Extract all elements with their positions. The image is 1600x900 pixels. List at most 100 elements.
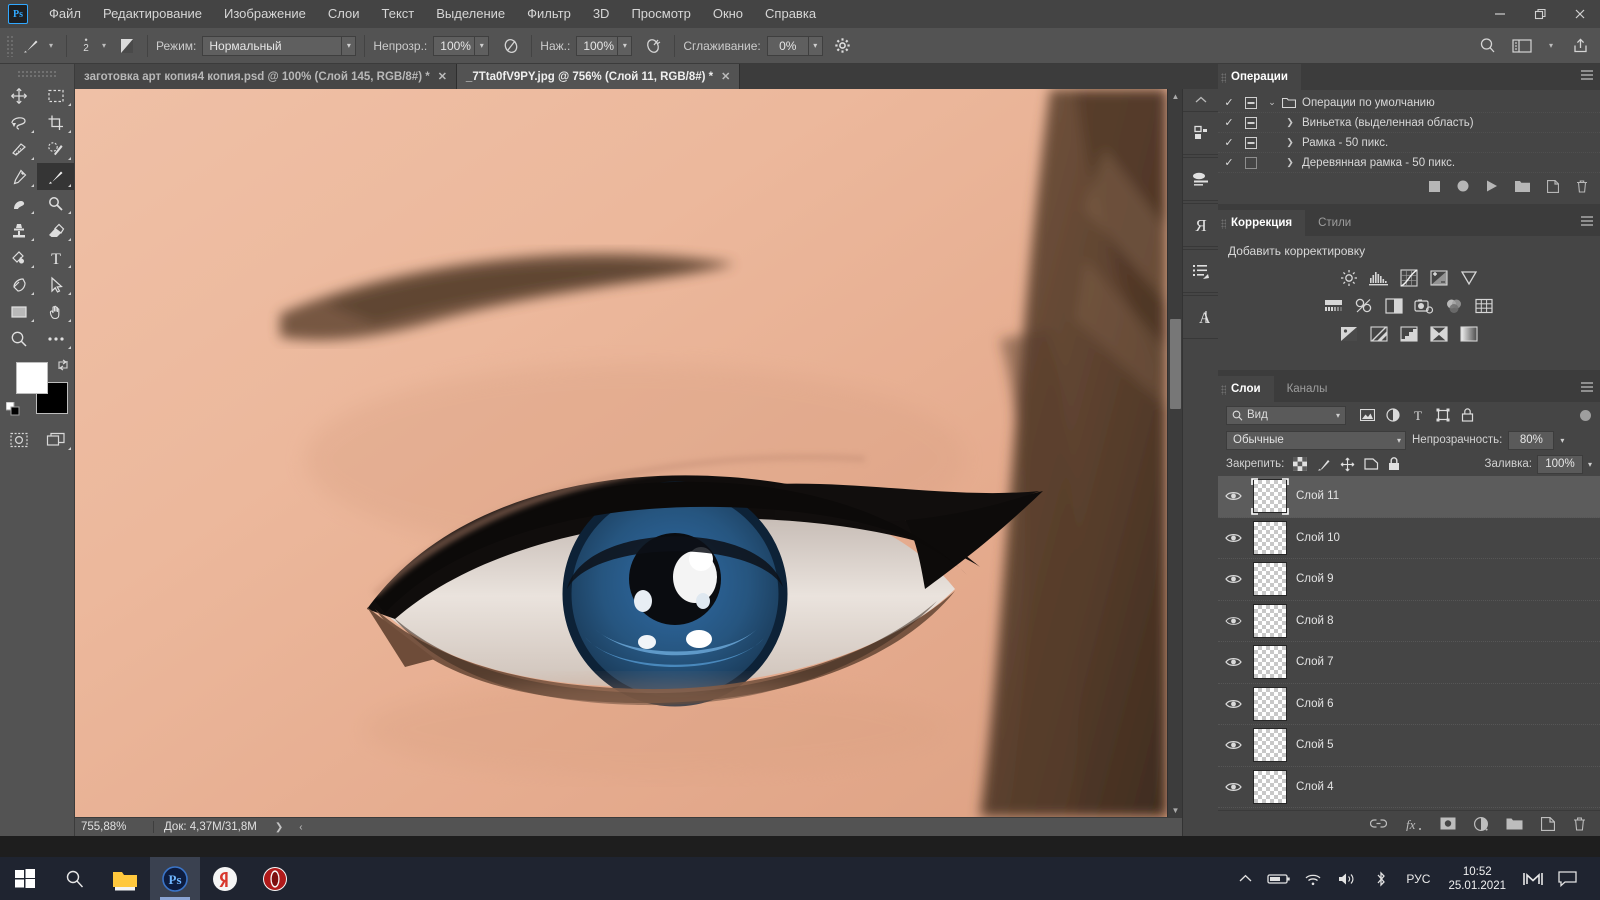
share-icon[interactable] (1568, 34, 1592, 58)
action-dialog-toggle[interactable] (1240, 156, 1262, 169)
tools-panel-grip[interactable] (17, 70, 57, 78)
brush-panel-toggle-icon[interactable] (115, 34, 139, 58)
yandex-browser-icon[interactable] (200, 857, 250, 900)
windows-start-icon[interactable] (0, 857, 50, 900)
color-balance-icon[interactable] (1353, 295, 1375, 317)
current-tool-icon[interactable] (18, 34, 44, 58)
panel-grip[interactable] (1221, 385, 1226, 395)
tool-preset-caret-icon[interactable]: ▾ (44, 41, 58, 50)
zoom-level-field[interactable]: 755,88% (75, 821, 153, 833)
canvas-area[interactable]: ▲ ▼ (75, 89, 1182, 836)
lock-artboard-icon[interactable] (1364, 457, 1379, 471)
close-icon[interactable]: ✕ (719, 70, 730, 83)
pen-tool[interactable] (0, 271, 37, 298)
action-center-icon[interactable] (1550, 857, 1584, 900)
paragraph-styles-icon[interactable] (1183, 254, 1218, 288)
move-tool[interactable] (0, 82, 37, 109)
action-enabled-check[interactable]: ✓ (1218, 116, 1240, 129)
color-lookup-icon[interactable] (1473, 295, 1495, 317)
menu-image[interactable]: Изображение (213, 0, 317, 28)
smoothing-input[interactable]: 0% ▾ (766, 35, 823, 56)
layer-row[interactable]: Слой 7 (1218, 642, 1600, 684)
action-expand-icon[interactable]: ❯ (1280, 157, 1300, 168)
menu-help[interactable]: Справка (754, 0, 827, 28)
frame-tool[interactable] (0, 136, 37, 163)
menu-layers[interactable]: Слои (317, 0, 371, 28)
quick-mask-icon[interactable] (0, 426, 37, 453)
eraser-tool[interactable] (37, 217, 74, 244)
threshold-icon[interactable] (1398, 323, 1420, 345)
new-action-icon[interactable] (1547, 179, 1559, 193)
default-colors-icon[interactable] (6, 402, 20, 416)
search-icon[interactable] (1476, 34, 1500, 58)
layer-thumbnail-wrap[interactable] (1248, 603, 1292, 638)
type-tool[interactable]: T (37, 244, 74, 271)
panel-menu-icon[interactable] (1580, 215, 1594, 227)
play-icon[interactable] (1486, 180, 1498, 192)
workspace-switcher-icon[interactable] (1510, 34, 1534, 58)
stop-icon[interactable] (1429, 180, 1440, 192)
search-icon[interactable] (50, 857, 100, 900)
action-enabled-check[interactable]: ✓ (1218, 136, 1240, 149)
menu-filter[interactable]: Фильтр (516, 0, 582, 28)
panel-menu-icon[interactable] (1580, 381, 1594, 393)
shape-filter-icon[interactable] (1436, 408, 1450, 422)
tab-adjustments[interactable]: Коррекция (1218, 210, 1306, 236)
file-explorer-icon[interactable] (100, 857, 150, 900)
pressure-opacity-icon[interactable] (499, 34, 523, 58)
layer-visibility-toggle[interactable] (1218, 615, 1248, 627)
dodge-tool[interactable] (37, 190, 74, 217)
layer-thumbnail-wrap[interactable] (1248, 520, 1292, 555)
layer-opacity-input[interactable]: 80% (1508, 430, 1555, 450)
canvas-vertical-scrollbar[interactable]: ▲ ▼ (1167, 89, 1182, 817)
libraries-icon[interactable] (1183, 116, 1218, 150)
channel-mixer-icon[interactable] (1443, 295, 1465, 317)
path-selection-tool[interactable] (37, 271, 74, 298)
options-bar-grip[interactable] (6, 34, 14, 57)
swap-colors-icon[interactable] (56, 358, 70, 372)
edit-toolbar-tool[interactable] (37, 325, 74, 352)
selective-color-icon[interactable] (1428, 323, 1450, 345)
layer-visibility-toggle[interactable] (1218, 781, 1248, 793)
gear-icon[interactable] (831, 34, 855, 58)
layer-visibility-toggle[interactable] (1218, 739, 1248, 751)
document-tab-2[interactable]: _7Tta0fV9PY.jpg @ 756% (Слой 11, RGB/8#)… (456, 64, 741, 89)
layer-row[interactable]: Слой 10 (1218, 518, 1600, 559)
black-white-icon[interactable] (1383, 295, 1405, 317)
show-desktop-button[interactable] (1584, 857, 1600, 900)
expand-panels-icon[interactable] (1183, 89, 1218, 111)
opera-icon[interactable] (250, 857, 300, 900)
lock-position-icon[interactable] (1340, 457, 1355, 472)
lock-transparent-icon[interactable] (1293, 457, 1308, 471)
layer-row[interactable]: Слой 11 (1218, 476, 1600, 518)
layer-visibility-toggle[interactable] (1218, 698, 1248, 710)
status-expand-icon[interactable]: ❯ (267, 822, 291, 833)
type-filter-icon[interactable]: T (1411, 408, 1425, 422)
action-expand-icon[interactable]: ❯ (1280, 137, 1300, 148)
history-icon[interactable]: Я (1183, 208, 1218, 242)
layer-blend-mode-select[interactable]: Обычные ▾ (1226, 430, 1406, 450)
status-prev-icon[interactable]: ‹ (291, 822, 310, 833)
action-row[interactable]: ✓ ⌄ Операции по умолчанию (1218, 93, 1600, 113)
rectangle-tool[interactable] (0, 298, 37, 325)
levels-icon[interactable] (1368, 267, 1390, 289)
volume-icon[interactable] (1330, 857, 1364, 900)
action-enabled-check[interactable]: ✓ (1218, 156, 1240, 169)
layer-fill-input[interactable]: 100% (1536, 454, 1583, 474)
brush-tool[interactable] (37, 163, 74, 190)
menu-3d[interactable]: 3D (582, 0, 621, 28)
layer-row[interactable]: Слой 8 (1218, 601, 1600, 642)
record-icon[interactable] (1457, 180, 1469, 192)
foreground-color-swatch[interactable] (16, 362, 48, 394)
hand-tool[interactable] (37, 298, 74, 325)
adjustment-filter-icon[interactable] (1386, 408, 1400, 422)
minimize-button[interactable] (1480, 0, 1520, 28)
close-button[interactable] (1560, 0, 1600, 28)
filter-enable-toggle[interactable] (1579, 409, 1592, 422)
screen-mode-icon[interactable] (37, 426, 74, 453)
vertical-scroll-thumb[interactable] (1170, 319, 1181, 409)
menu-view[interactable]: Просмотр (620, 0, 701, 28)
bluetooth-icon[interactable] (1364, 857, 1398, 900)
layer-thumbnail-wrap[interactable] (1248, 645, 1292, 680)
curves-icon[interactable] (1398, 267, 1420, 289)
